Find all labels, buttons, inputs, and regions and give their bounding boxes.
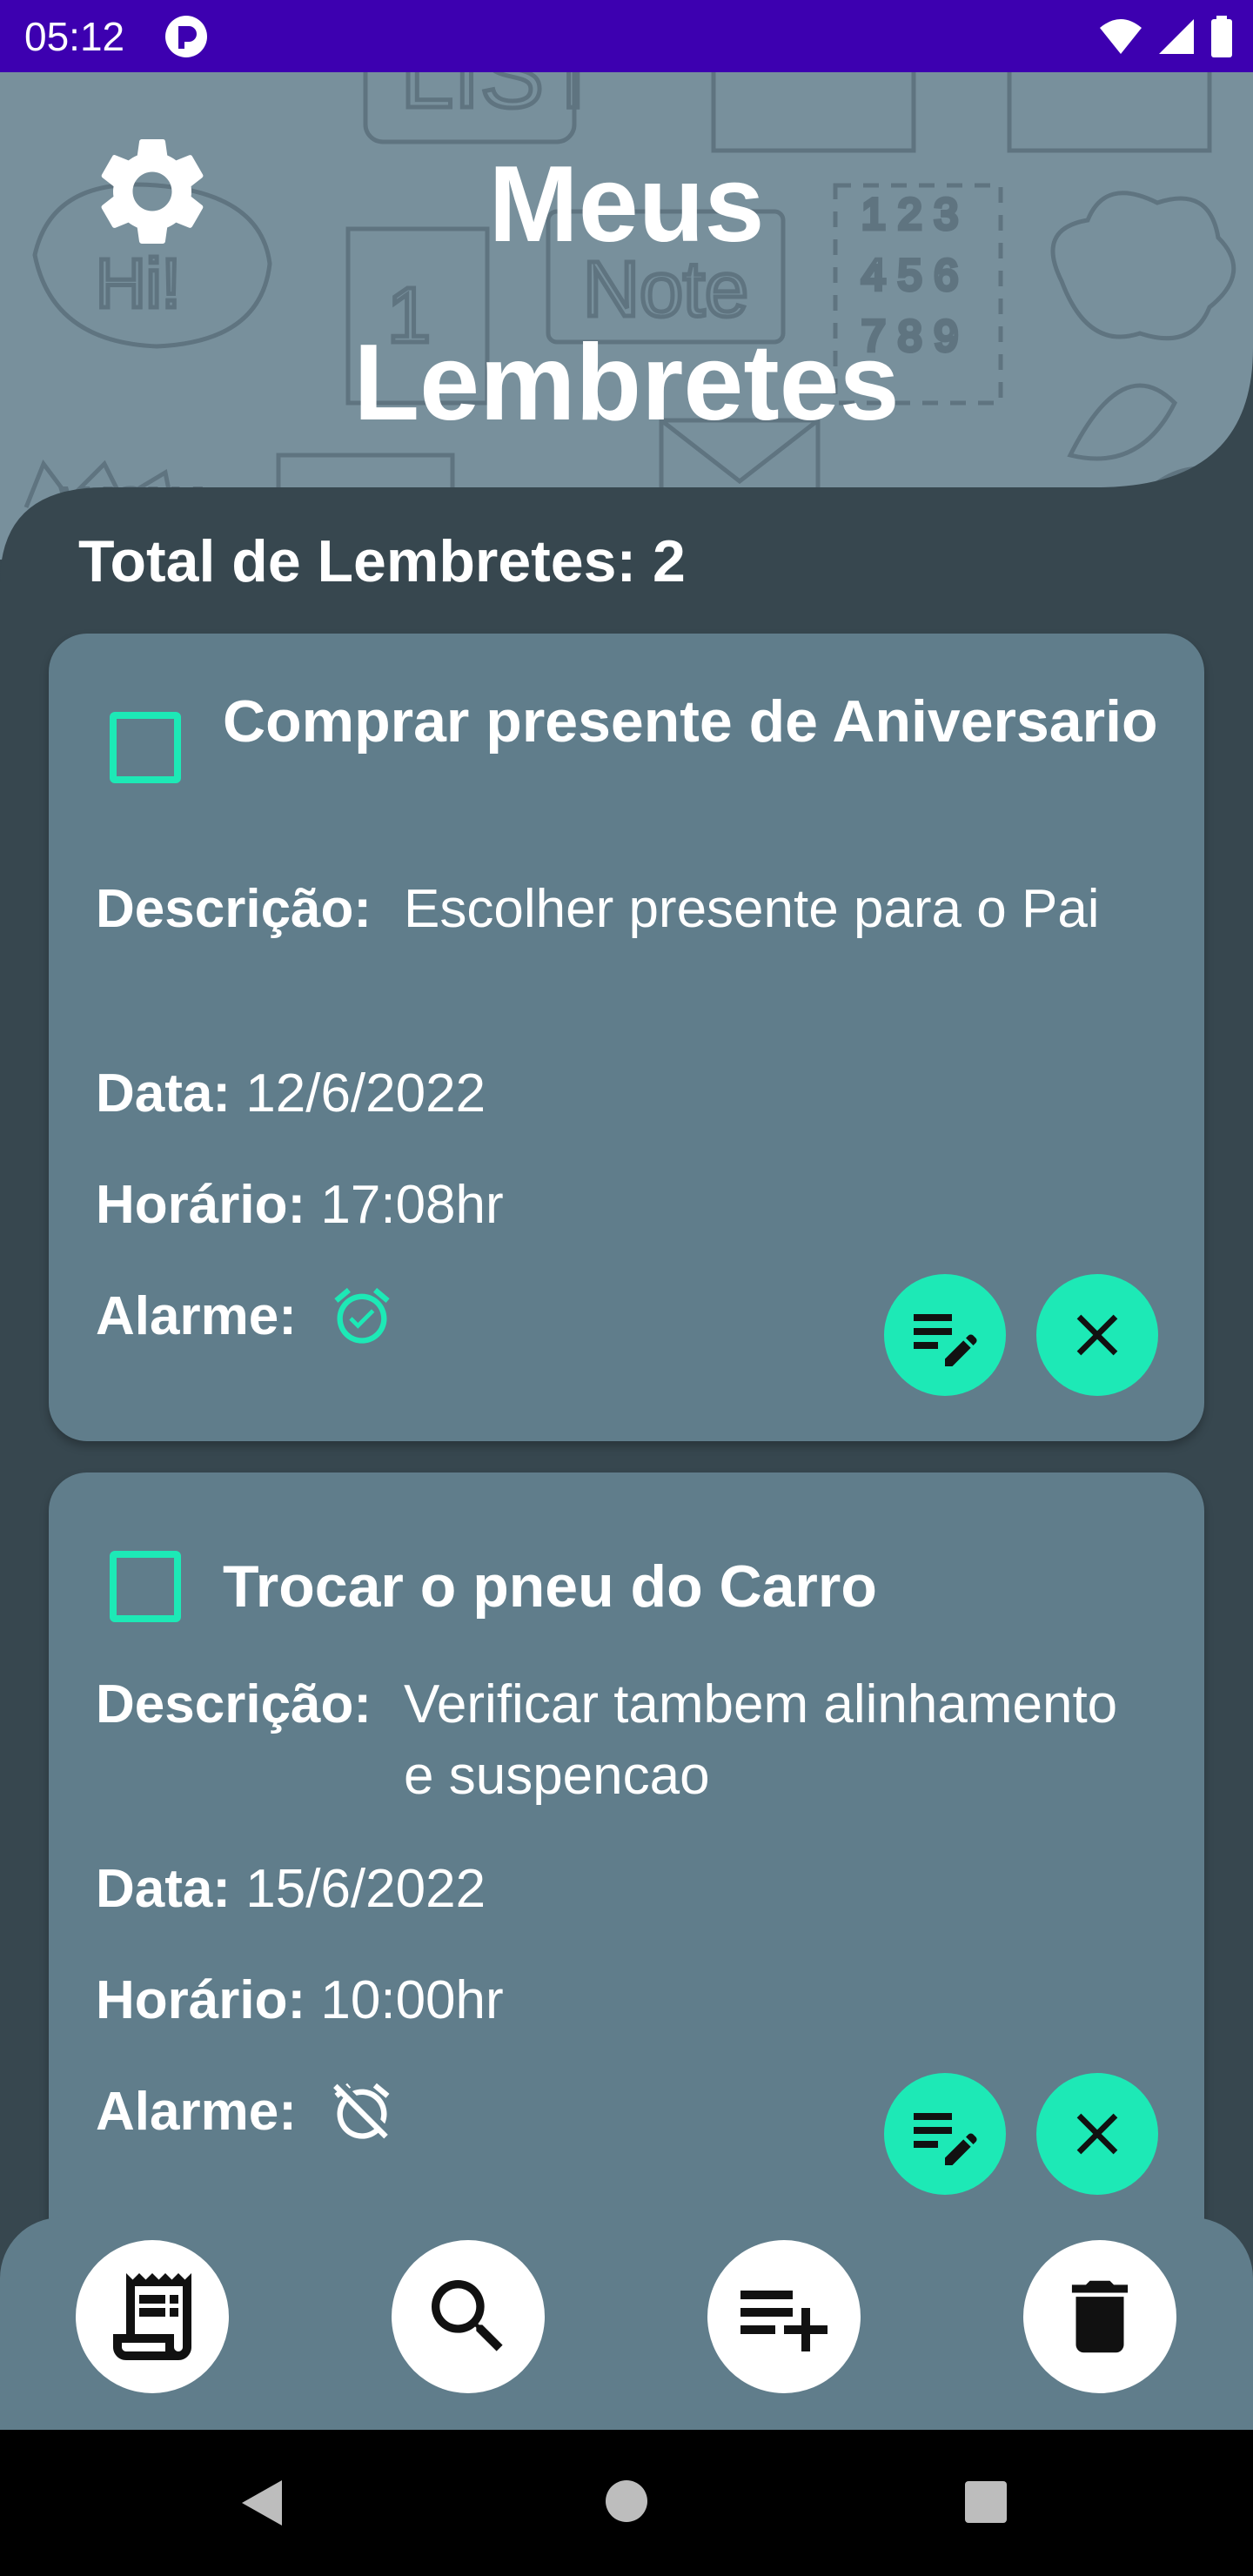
alarm-label: Alarme: — [96, 2082, 297, 2142]
delete-reminder-button[interactable] — [1036, 1274, 1158, 1396]
reminder-checkbox[interactable] — [110, 1551, 181, 1622]
edit-note-icon — [914, 1314, 977, 1366]
home-icon[interactable] — [604, 2479, 649, 2524]
time-label: Horário: — [96, 1970, 306, 2030]
date-row: Data: 15/6/2022 — [96, 1854, 486, 1925]
list-reminders-button[interactable] — [76, 2240, 229, 2393]
reminder-title: Trocar o pneu do Carro — [223, 1553, 877, 1620]
time-value: 17:08hr — [320, 1175, 504, 1235]
alarm-label: Alarme: — [96, 1286, 297, 1346]
svg-text:LIST: LIST — [400, 72, 602, 128]
android-navigation-bar — [0, 2430, 1253, 2576]
time-row: Horário: 17:08hr — [96, 1170, 504, 1241]
description-label: Descrição: — [96, 879, 372, 939]
date-value: 15/6/2022 — [245, 1859, 486, 1919]
date-value: 12/6/2022 — [245, 1063, 486, 1124]
receipt-icon — [113, 2273, 191, 2360]
time-value: 10:00hr — [320, 1970, 504, 2030]
status-time: 05:12 — [24, 14, 125, 59]
delete-icon — [1071, 2280, 1129, 2353]
alarm-row: Alarme: — [96, 2076, 297, 2148]
edit-note-icon — [914, 2113, 977, 2165]
date-label: Data: — [96, 1063, 231, 1124]
date-label: Data: — [96, 1859, 231, 1919]
alarm-row: Alarme: — [96, 1281, 297, 1352]
reminder-checkbox[interactable] — [110, 712, 181, 783]
back-icon[interactable] — [237, 2477, 285, 2529]
description-value: Verificar tambem alinhamento e suspencao — [404, 1674, 1118, 1806]
app-notification-icon — [165, 16, 207, 57]
battery-icon — [1211, 16, 1232, 57]
settings-gear-icon[interactable] — [87, 126, 218, 257]
description-value: Escolher presente para o Pai — [404, 879, 1100, 939]
add-reminder-button[interactable] — [707, 2240, 861, 2393]
edit-reminder-button[interactable] — [884, 1274, 1006, 1396]
date-row: Data: 12/6/2022 — [96, 1058, 486, 1130]
signal-icon — [1159, 19, 1194, 54]
alarm-off-icon — [333, 2083, 390, 2139]
total-reminders-label: Total de Lembretes: 2 — [78, 528, 686, 594]
close-icon — [1076, 1314, 1118, 1356]
search-button[interactable] — [392, 2240, 545, 2393]
reminder-title: Comprar presente de Aniversario — [223, 688, 1158, 755]
add-list-icon — [740, 2291, 828, 2351]
description-label: Descrição: — [96, 1674, 372, 1734]
recents-icon[interactable] — [964, 2480, 1008, 2524]
time-label: Horário: — [96, 1175, 306, 1235]
close-icon — [1076, 2113, 1118, 2155]
time-row: Horário: 10:00hr — [96, 1965, 504, 2036]
alarm-on-icon — [334, 1287, 390, 1344]
page-title-line1: Meus — [488, 144, 765, 265]
reminder-card: Trocar o pneu do Carro Descrição: Verifi… — [49, 1472, 1204, 2256]
wifi-icon — [1100, 19, 1142, 54]
reminder-card: Comprar presente de Aniversario Descriçã… — [49, 634, 1204, 1441]
edit-reminder-button[interactable] — [884, 2073, 1006, 2195]
delete-all-button[interactable] — [1023, 2240, 1176, 2393]
delete-reminder-button[interactable] — [1036, 2073, 1158, 2195]
page-title-line2: Lembretes — [353, 323, 900, 443]
status-bar: 05:12 — [0, 0, 1253, 72]
search-icon — [432, 2280, 503, 2351]
